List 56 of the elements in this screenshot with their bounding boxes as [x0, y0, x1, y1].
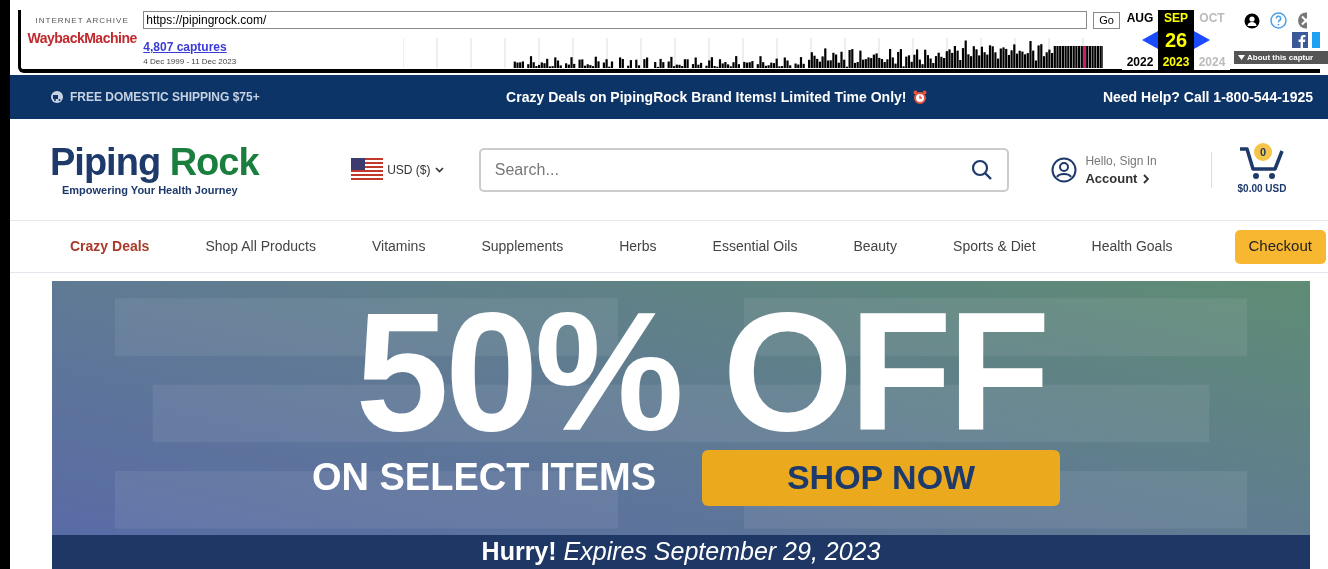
previous-arrow-icon[interactable]: [1142, 31, 1158, 49]
month-label: SEP: [1164, 11, 1188, 25]
nav-link[interactable]: Sports & Diet: [953, 236, 1036, 257]
logo-tagline: Empowering Your Health Journey: [62, 183, 239, 199]
nav-link[interactable]: Health Goals: [1091, 236, 1173, 257]
shop-now-button[interactable]: SHOP NOW: [702, 449, 1061, 506]
search-input[interactable]: Search...: [494, 157, 972, 182]
captures-sparkline[interactable]: [403, 38, 1104, 68]
greeting-text: Hello, Sign In: [1085, 152, 1157, 170]
expiry-text: Hurry! Expires September 29, 2023: [481, 536, 881, 568]
alarm-clock-icon: [912, 90, 927, 104]
account-link[interactable]: Account: [1085, 169, 1157, 188]
url-field[interactable]: https://pipingrock.com/: [143, 11, 1088, 29]
help-icon[interactable]: [1270, 12, 1287, 29]
date-range: 4 Dec 1999 - 11 Dec 2023: [143, 56, 238, 68]
year-label: 2023: [1162, 55, 1190, 69]
day-label: 26: [1164, 29, 1188, 51]
search-icon[interactable]: [971, 158, 994, 181]
help-phone-text: Need Help? Call 1-800-544-1925: [1102, 87, 1313, 107]
nav-link[interactable]: Vitamins: [371, 236, 426, 257]
currency-selector[interactable]: USD ($): [351, 157, 479, 182]
search-field[interactable]: Search...: [478, 147, 1010, 192]
month-column[interactable]: SEP 26 2023: [1158, 10, 1194, 70]
nav-link[interactable]: Beauty: [853, 236, 897, 257]
month-label: AUG: [1126, 11, 1154, 25]
month-label: OCT: [1199, 11, 1225, 25]
store-logo[interactable]: Piping Rock: [50, 142, 352, 183]
nav-link[interactable]: Herbs: [619, 236, 657, 257]
truck-icon: [50, 91, 64, 103]
month-column[interactable]: AUG 2022: [1122, 10, 1158, 70]
cart-total: $0.00 USD: [1237, 182, 1287, 196]
archive-label: INTERNET ARCHIVE: [35, 16, 129, 26]
captures-link[interactable]: 4,807 captures: [143, 39, 404, 55]
flag-icon: [351, 157, 384, 182]
discount-headline: 50% OFF: [355, 297, 1047, 447]
checkout-button[interactable]: Checkout: [1234, 229, 1326, 264]
go-button[interactable]: Go: [1093, 11, 1120, 29]
close-icon[interactable]: [1297, 12, 1307, 29]
nav-link[interactable]: Crazy Deals: [70, 236, 150, 257]
user-icon[interactable]: [1244, 12, 1260, 29]
year-label: 2022: [1126, 55, 1154, 69]
promo-text: Crazy Deals on PipingRock Brand Items! Limited Time Only!: [506, 87, 907, 107]
select-items-text: ON SELECT ITEMS: [311, 455, 657, 500]
facebook-icon[interactable]: [1292, 32, 1308, 48]
year-label: 2024: [1198, 55, 1226, 69]
about-capture-label: About this captur: [1247, 52, 1314, 64]
about-capture-tab[interactable]: About this captur: [1234, 51, 1328, 64]
nav-link[interactable]: Supplements: [481, 236, 564, 257]
cart-count-badge: 0: [1254, 143, 1272, 161]
chevron-right-icon: [1143, 173, 1150, 184]
nav-link[interactable]: Shop All Products: [205, 236, 316, 257]
shipping-text: FREE DOMESTIC SHIPPING $75+: [70, 89, 260, 106]
caret-icon: [1238, 55, 1245, 60]
chevron-down-icon: [434, 166, 444, 173]
account-icon[interactable]: [1051, 156, 1078, 183]
nav-link[interactable]: Essential Oils: [712, 236, 798, 257]
